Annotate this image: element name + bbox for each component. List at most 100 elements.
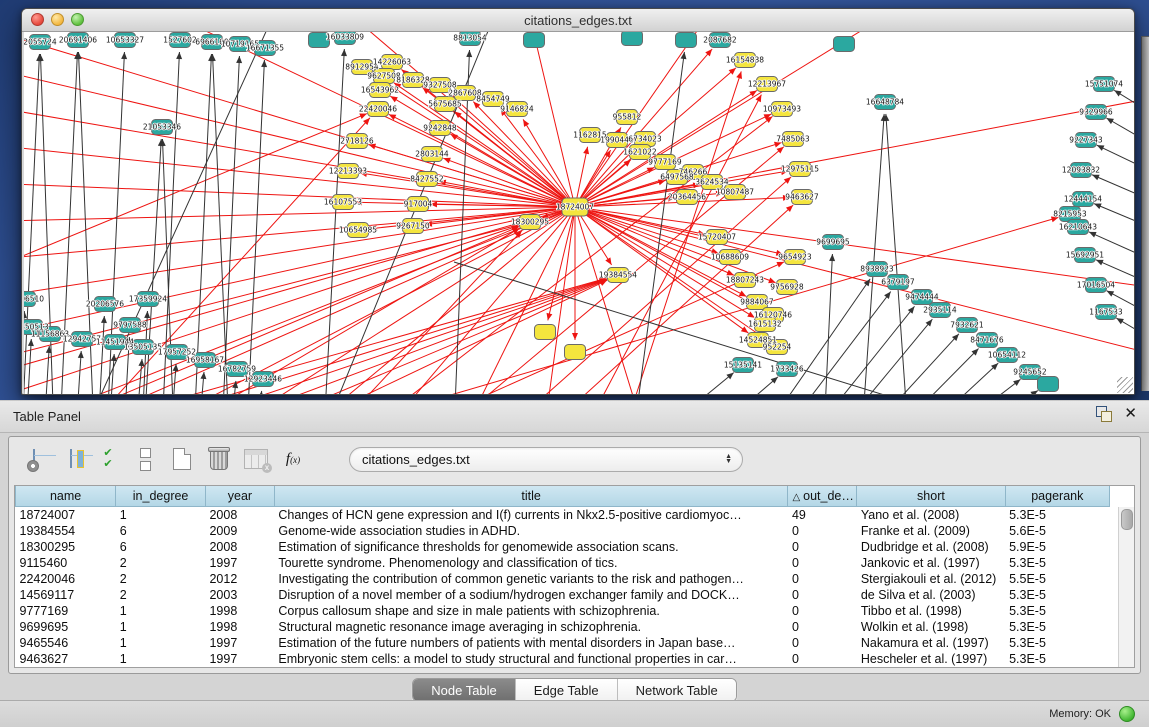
scrollbar-thumb[interactable] [1121,509,1133,530]
graph-node-label: 10807487 [716,188,754,197]
table-cell: 5.3E-5 [1005,507,1109,524]
table-cell: Estimation of significance thresholds fo… [274,539,788,555]
table-row[interactable]: 911546021997Tourette syndrome. Phenomeno… [16,555,1110,571]
graph-node[interactable] [834,37,855,52]
table-row[interactable]: 946554611997Estimation of the future num… [16,635,1110,651]
table-row[interactable]: 1872400712008Changes of HCN gene express… [16,507,1110,524]
column-header-out_de[interactable]: △out_de… [788,486,857,507]
graph-node-label: 9797588 [113,321,147,330]
graph-node[interactable] [565,345,586,360]
table-toolbar: ✔✔ x f(x) citations_edges.txt ▲▼ [9,437,1140,481]
graph-node-label: 15692951 [1066,251,1104,260]
window-resize-grip[interactable] [1117,377,1133,393]
tab-edge-table[interactable]: Edge Table [516,679,618,701]
table-row[interactable]: 1830029562008Estimation of significance … [16,539,1110,555]
graph-node-label: 9699695 [816,238,850,247]
table-cell: 14569117 [16,587,116,603]
function-builder-icon[interactable]: f(x) [280,446,306,472]
table-row[interactable]: 969969511998Structural magnetic resonanc… [16,619,1110,635]
citation-network-graph[interactable]: 1872400718300295193845548912954142260639… [24,32,1134,394]
table-header-row[interactable]: namein_degreeyeartitle△out_de…shortpager… [16,486,1110,507]
zoom-window-button[interactable] [71,13,84,26]
graph-node-label: 10688609 [711,253,749,262]
node-table-grid[interactable]: namein_degreeyeartitle△out_de…shortpager… [15,486,1110,667]
table-cell: 9777169 [16,603,116,619]
graph-node-label: 9245652 [1013,368,1047,377]
graph-node-label: 15720407 [698,233,736,242]
graph-node[interactable] [535,325,556,340]
graph-node-label: 9777169 [648,158,682,167]
graph-node-label: 22420046 [359,105,397,114]
column-header-year[interactable]: year [205,486,274,507]
row-selection-icon[interactable]: ✔✔ [95,446,121,472]
table-row[interactable]: 1938455462009Genome-wide association stu… [16,523,1110,539]
table-selector-dropdown[interactable]: citations_edges.txt ▲▼ [349,447,743,472]
graph-node-label: 3624534 [695,178,729,187]
graph-node-label: 16107553 [324,198,362,207]
float-panel-icon[interactable] [1096,406,1112,422]
network-canvas[interactable]: 1872400718300295193845548912954142260639… [24,32,1134,394]
table-cell: 5.3E-5 [1005,555,1109,571]
table-cell: 2009 [205,523,274,539]
table-row[interactable]: 977716911998Corpus callosum shape and si… [16,603,1110,619]
column-header-name[interactable]: name [16,486,116,507]
graph-node-label: 2087682 [703,36,737,45]
table-cell: Dudbridge et al. (2008) [857,539,1005,555]
table-cell: 18300295 [16,539,116,555]
graph-node-label: 2718126 [340,137,374,146]
table-cell: 0 [788,603,857,619]
graph-node-label: 8471676 [970,336,1004,345]
close-panel-icon[interactable]: ✕ [1124,406,1137,422]
column-visibility-icon[interactable] [58,446,84,472]
graph-node-label: 20364456 [668,193,706,202]
graph-node-label: 6734023 [628,135,662,144]
table-row[interactable]: 2242004622012Investigating the contribut… [16,571,1110,587]
dropdown-arrows-icon: ▲▼ [725,454,732,464]
new-table-icon[interactable] [169,446,195,472]
table-row[interactable]: 946362711997Embryonic stem cells: a mode… [16,651,1110,667]
close-window-button[interactable] [31,13,44,26]
memory-ok-indicator[interactable] [1119,706,1135,722]
table-cell: 0 [788,571,857,587]
graph-node-label: 9463627 [785,193,819,202]
tab-node-table[interactable]: Node Table [413,679,516,701]
graph-node-label: 955812 [613,113,642,122]
graph-node[interactable] [524,33,545,48]
graph-node-label: 9267150 [396,222,430,231]
table-cell: 2 [116,587,206,603]
graph-node-label: 952254 [763,343,792,352]
table-cell: Estimation of the future numbers of pati… [274,635,788,651]
graph-node[interactable] [676,33,697,48]
graph-node-label: 9654923 [778,253,812,262]
column-header-short[interactable]: short [857,486,1005,507]
row-list-icon[interactable] [132,446,158,472]
minimize-window-button[interactable] [51,13,64,26]
table-cell: Yano et al. (2008) [857,507,1005,524]
graph-node-label: 12093832 [1062,166,1100,175]
table-cell: 1998 [205,603,274,619]
column-header-title[interactable]: title [274,486,788,507]
graph-node-label: 18724007 [556,203,594,212]
delete-table-icon[interactable] [206,446,232,472]
graph-node-label: 1615132 [748,320,782,329]
window-titlebar[interactable]: citations_edges.txt [22,9,1134,32]
table-cell: 0 [788,539,857,555]
column-header-in_degree[interactable]: in_degree [116,486,206,507]
graph-node-label: 8813054 [453,34,487,43]
table-panel-title: Table Panel [13,409,81,424]
graph-node-label: 10654112 [988,351,1026,360]
table-options-icon[interactable] [21,446,47,472]
table-cell: 5.3E-5 [1005,603,1109,619]
memory-status-label: Memory: OK [1049,708,1111,720]
graph-node-label: 16154838 [726,56,764,65]
graph-node[interactable] [622,32,643,46]
table-vertical-scrollbar[interactable] [1118,507,1134,667]
table-cell: 0 [788,523,857,539]
tab-network-table[interactable]: Network Table [618,679,736,701]
table-row[interactable]: 1456911722003Disruption of a novel membe… [16,587,1110,603]
table-cell: Disruption of a novel member of a sodium… [274,587,788,603]
column-header-pagerank[interactable]: pagerank [1005,486,1109,507]
graph-node[interactable] [1038,377,1059,392]
graph-node-label: 12975115 [781,165,819,174]
window-title: citations_edges.txt [524,13,632,28]
